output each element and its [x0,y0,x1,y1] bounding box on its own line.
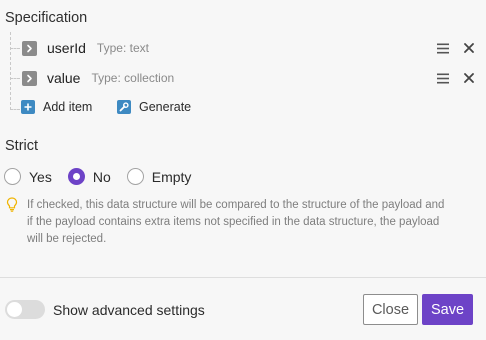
strict-option-empty[interactable]: Empty [126,168,192,185]
drag-handle-icon[interactable] [436,71,450,85]
radio-label: Yes [29,168,52,185]
strict-option-no[interactable]: No [67,168,111,185]
tree-connector [10,32,11,110]
advanced-settings-label: Show advanced settings [53,301,205,318]
remove-item-icon[interactable] [462,71,476,85]
close-button[interactable]: Close [363,294,418,325]
strict-option-yes[interactable]: Yes [4,168,52,185]
wrench-icon [117,100,131,114]
strict-title: Strict [5,138,39,154]
tree-branch [10,48,20,49]
drag-handle-icon[interactable] [436,41,450,55]
expand-chevron-icon[interactable] [22,40,37,56]
spec-item-row: value Type: collection [22,65,476,91]
radio-button[interactable] [126,168,144,185]
radio-button[interactable] [67,168,85,185]
tree-branch [10,78,20,79]
footer-divider [0,277,486,278]
remove-item-icon[interactable] [462,41,476,55]
strict-radio-group: Yes No Empty [4,168,207,185]
tree-branch [10,109,20,110]
radio-label: No [92,168,111,185]
save-button[interactable]: Save [422,294,473,325]
advanced-settings-toggle[interactable]: Show advanced settings [5,300,205,319]
spec-item-type: Type: collection [91,71,175,85]
radio-label: Empty [151,168,192,185]
expand-chevron-icon[interactable] [22,70,37,86]
generate-button[interactable]: Generate [117,100,191,114]
add-item-button[interactable]: Add item [21,100,92,114]
toggle-switch[interactable] [5,300,45,319]
specification-title: Specification [5,10,88,26]
spec-item-name[interactable]: userId [47,40,86,56]
spec-item-type: Type: text [96,41,149,55]
hint-text: If checked, this data structure will be … [27,199,445,245]
strict-hint: If checked, this data structure will be … [6,197,446,248]
spec-item-row: userId Type: text [22,35,476,61]
radio-button[interactable] [4,168,21,185]
generate-label: Generate [139,100,192,114]
add-item-label: Add item [43,100,93,114]
spec-item-name[interactable]: value [47,70,80,86]
plus-icon [21,100,35,114]
lightbulb-icon [6,197,20,248]
